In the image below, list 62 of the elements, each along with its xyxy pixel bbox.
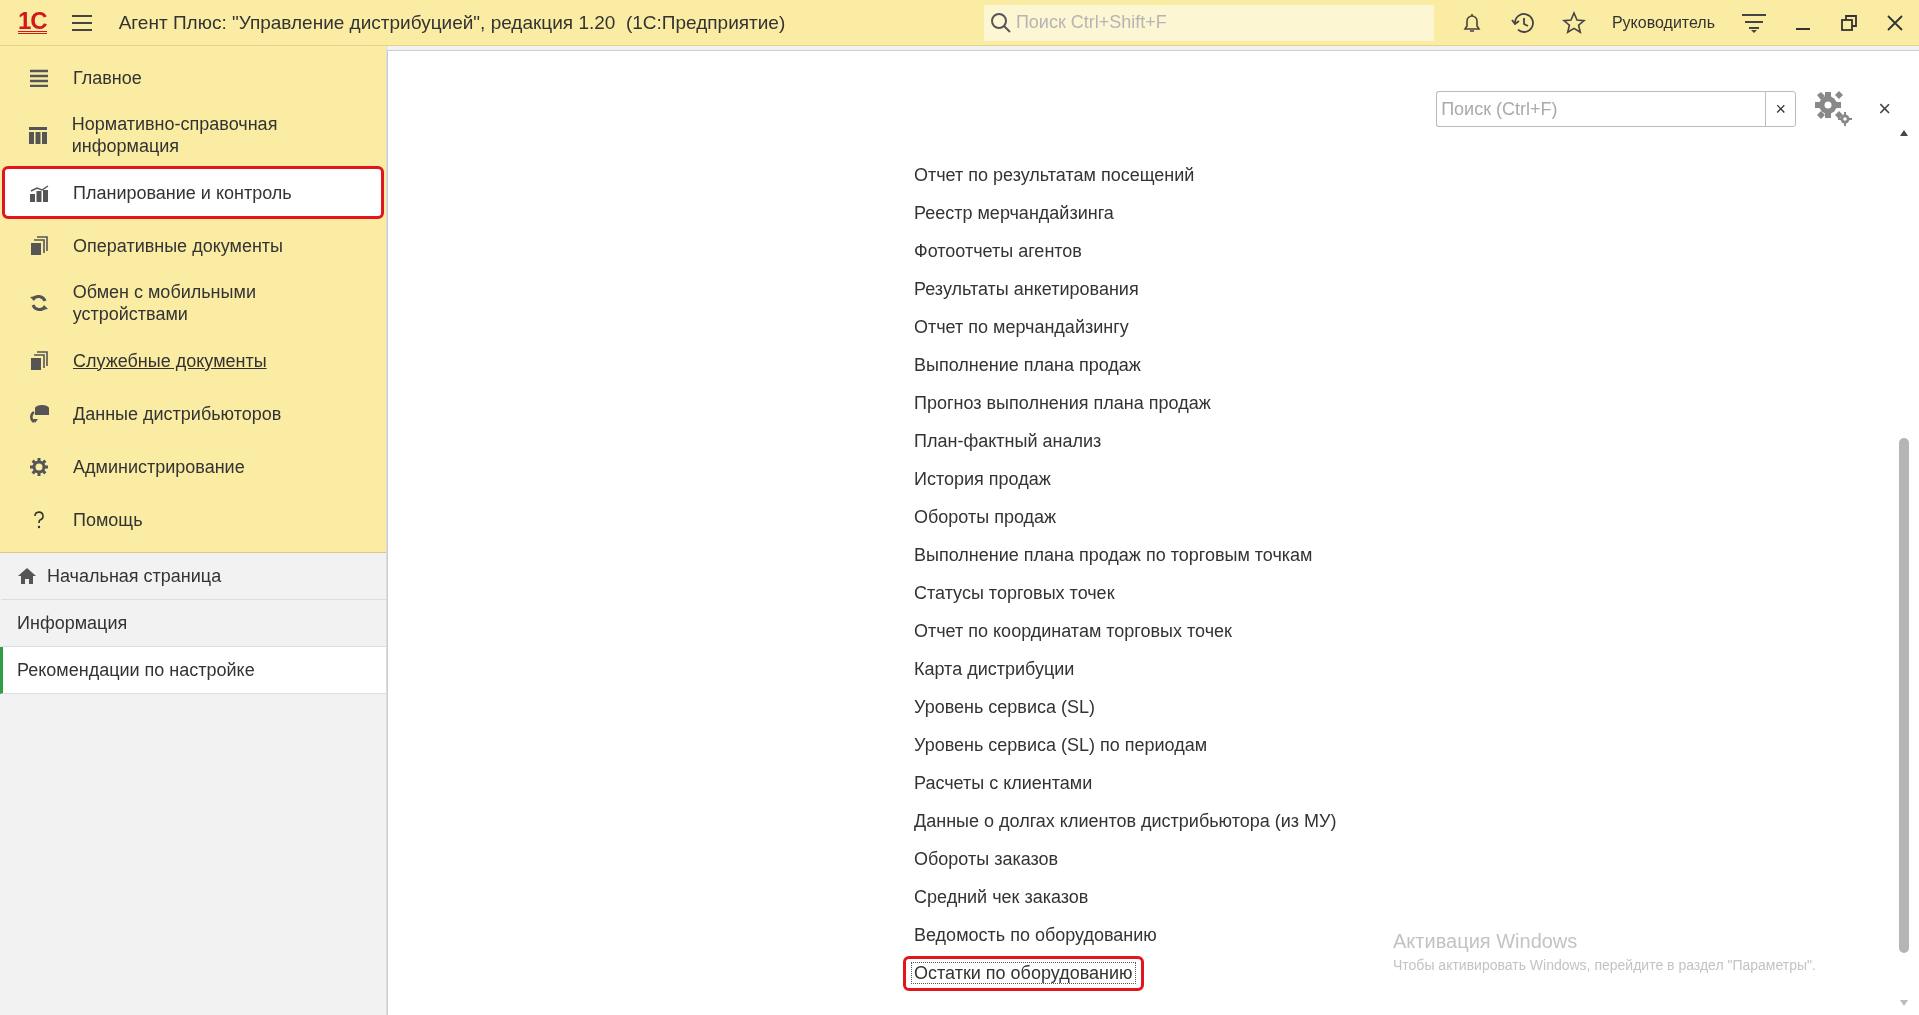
report-link[interactable]: Обороты заказов (903, 841, 1070, 877)
report-link[interactable]: Средний чек заказов (903, 879, 1100, 915)
report-link[interactable]: Уровень сервиса (SL) (903, 689, 1106, 725)
home-icon (17, 567, 37, 585)
documents-icon (30, 350, 48, 371)
settings-icon (29, 456, 49, 477)
report-link[interactable]: Выполнение плана продаж (903, 347, 1152, 383)
report-link[interactable]: План-фактный анализ (903, 423, 1113, 459)
search-field[interactable]: Поиск Ctrl+Shift+F (983, 4, 1434, 41)
settings-icon[interactable] (1812, 91, 1855, 127)
filter-menu-icon[interactable] (1741, 11, 1767, 34)
report-link[interactable]: Карта дистрибуции (903, 651, 1086, 687)
clear-button[interactable]: × (1765, 91, 1797, 127)
refresh-icon (28, 293, 49, 313)
section-item[interactable]: Данные дистрибьюторов (2, 387, 384, 440)
report-link[interactable]: Уровень сервиса (SL) по периодам (903, 727, 1219, 763)
section-item[interactable]: Служебные документы (2, 334, 384, 387)
menu-icon (29, 68, 49, 87)
section-item[interactable]: Планирование и контроль (2, 166, 384, 219)
close-button[interactable]: × (1874, 96, 1895, 122)
close-icon[interactable] (1885, 12, 1905, 33)
history-icon[interactable] (1509, 10, 1536, 35)
report-link[interactable]: Статусы торговых точек (903, 575, 1126, 611)
report-link[interactable]: Отчет по координатам торговых точек (903, 613, 1243, 649)
help-icon (33, 510, 45, 529)
bar-chart-icon (29, 183, 49, 202)
window-title: Агент Плюс: "Управление дистрибуцией", редакция 1.20 (1С:Предприятие) (118, 11, 786, 34)
star-icon[interactable] (1561, 10, 1586, 35)
scroll-up-icon[interactable] (1899, 129, 1909, 137)
page-tab[interactable]: Рекомендации по настройке (0, 647, 386, 694)
report-link[interactable]: Результаты анкетирования (903, 271, 1150, 307)
section-item[interactable]: Помощь (2, 493, 384, 546)
search-field[interactable]: Поиск (Ctrl+F) (1436, 91, 1766, 127)
documents-icon (30, 235, 48, 256)
search-icon (989, 11, 1012, 34)
user-name[interactable]: Руководитель (1611, 13, 1715, 32)
menu-icon[interactable] (70, 13, 93, 32)
report-link[interactable]: Ведомость по оборудованию (903, 917, 1168, 953)
report-link[interactable]: Прогноз выполнения плана продаж (903, 385, 1222, 421)
section-item[interactable]: Оперативные документы (2, 219, 384, 272)
logo: 1С (18, 11, 47, 34)
restore-icon[interactable] (1839, 12, 1859, 33)
report-link[interactable]: Данные о долгах клиентов дистрибьютора (из МУ) (903, 803, 1348, 839)
section-item[interactable]: Нормативно-справочная информация (2, 104, 384, 166)
report-link[interactable]: Реестр мерчандайзинга (903, 195, 1125, 231)
section-item[interactable]: Администрирование (2, 440, 384, 493)
report-link[interactable]: Отчет по мерчандайзингу (903, 309, 1140, 345)
page-tab[interactable]: Начальная страница (0, 553, 386, 600)
section-item[interactable]: Обмен с мобильными устройствами (2, 272, 384, 334)
report-link[interactable]: История продаж (903, 461, 1062, 497)
activation-title: Активация Windows (1393, 930, 1579, 953)
scroll-thumb[interactable] (1899, 438, 1909, 953)
columns-icon (28, 125, 49, 145)
report-link[interactable]: Остатки по оборудованию (903, 955, 1144, 991)
report-link[interactable]: Фотоотчеты агентов (903, 233, 1093, 269)
section-item[interactable]: Главное (2, 51, 384, 104)
report-link[interactable]: Отчет по результатам посещений (903, 157, 1206, 193)
report-link[interactable]: Обороты продаж (903, 499, 1068, 535)
report-link[interactable]: Выполнение плана продаж по торговым точкам (903, 537, 1324, 573)
database-icon (28, 403, 50, 424)
report-link[interactable]: Расчеты с клиентами (903, 765, 1104, 801)
activation-text: Чтобы активировать Windows, перейдите в раздел "Параметры". (1393, 957, 1816, 973)
